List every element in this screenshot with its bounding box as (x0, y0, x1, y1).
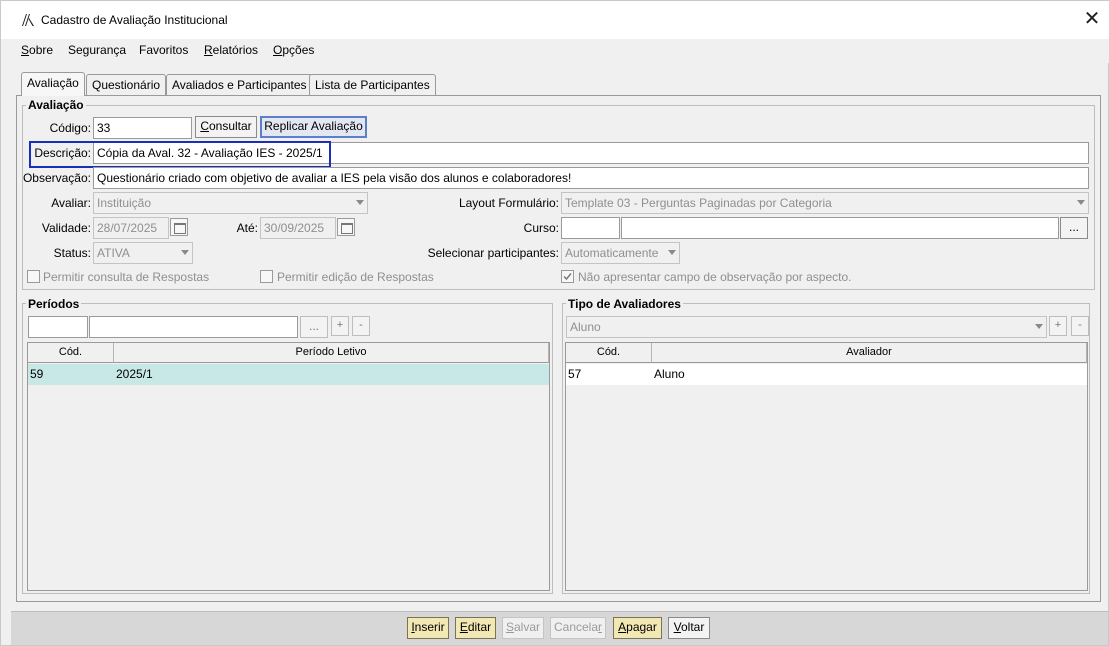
chevron-down-icon (356, 200, 364, 205)
menu-seguranca[interactable]: Segurança (68, 43, 126, 57)
cell-cod: 59 (30, 367, 44, 381)
periodo-search-button[interactable]: ... (300, 316, 328, 338)
permitir-consulta-checkbox[interactable] (27, 270, 40, 283)
avaliador-remove-button[interactable]: - (1071, 316, 1089, 336)
codigo-label: Código: (49, 121, 91, 135)
app-logo-icon (22, 14, 34, 26)
layout-formulario-label: Layout Formulário: (458, 196, 559, 210)
cell-avaliador: Aluno (654, 367, 685, 381)
status-select[interactable]: ATIVA (93, 242, 193, 264)
consultar-button[interactable]: Consultar (195, 116, 257, 138)
avaliador-add-button[interactable]: + (1049, 316, 1067, 336)
permitir-edicao-checkbox[interactable] (260, 270, 273, 283)
curso-label: Curso: (523, 221, 559, 235)
table-row[interactable]: 57 Aluno (566, 364, 1087, 385)
menu-favoritos[interactable]: Favoritos (139, 43, 188, 57)
chevron-down-icon (181, 250, 189, 255)
column-header-periodo[interactable]: Período Letivo (114, 343, 549, 363)
menu-opcoes[interactable]: Opções (273, 43, 314, 57)
descricao-field[interactable]: Cópia da Aval. 32 - Avaliação IES - 2025… (93, 142, 1089, 164)
title-bar: Cadastro de Avaliação Institucional ✕ (1, 1, 1109, 39)
calendar-icon[interactable] (170, 218, 188, 236)
check-icon (563, 273, 572, 281)
replicar-avaliacao-button[interactable]: Replicar Avaliação (260, 116, 367, 138)
table-row[interactable]: 59 2025/1 (28, 364, 549, 385)
periodo-add-button[interactable]: + (331, 316, 349, 336)
codigo-field[interactable]: 33 (93, 117, 192, 139)
calendar-icon[interactable] (337, 218, 355, 236)
salvar-button[interactable]: Salvar (502, 617, 544, 639)
periodos-group-title: Períodos (26, 297, 82, 311)
observacao-field[interactable]: Questionário criado com objetivo de aval… (93, 167, 1089, 189)
cell-cod: 57 (568, 367, 582, 381)
chevron-down-icon (1077, 200, 1085, 205)
main-window: Cadastro de Avaliação Institucional ✕ So… (0, 0, 1109, 646)
apagar-button[interactable]: Apagar (613, 617, 662, 639)
editar-button[interactable]: Editar (455, 617, 496, 639)
column-header-avaliador[interactable]: Avaliador (652, 343, 1087, 363)
tab-lista-participantes[interactable]: Lista de Participantes (309, 74, 436, 96)
voltar-button[interactable]: Voltar (668, 617, 710, 639)
curso-search-button[interactable]: ... (1060, 217, 1088, 239)
ate-label: Até: (236, 221, 258, 235)
nao-apresentar-observacao-checkbox[interactable] (561, 270, 574, 283)
nao-apresentar-observacao-label: Não apresentar campo de observação por a… (578, 270, 852, 284)
window-title: Cadastro de Avaliação Institucional (41, 13, 228, 27)
validade-label: Validade: (41, 221, 91, 235)
selecionar-participantes-select[interactable]: Automaticamente (561, 242, 680, 264)
chevron-down-icon (1035, 324, 1043, 329)
avaliadores-table: Cód. Avaliador 57 Aluno (565, 342, 1088, 591)
avaliar-select[interactable]: Instituição (93, 192, 368, 214)
descricao-label: Descrição: (34, 146, 91, 160)
tab-avaliacao[interactable]: Avaliação (21, 72, 85, 96)
status-label: Status: (53, 246, 91, 260)
permitir-edicao-label: Permitir edição de Respostas (277, 270, 434, 284)
tab-avaliados-participantes[interactable]: Avaliados e Participantes (166, 74, 313, 96)
cancelar-button[interactable]: Cancelar (550, 617, 606, 639)
tab-questionario[interactable]: Questionário (86, 74, 167, 96)
avaliador-select[interactable]: Aluno (566, 316, 1047, 338)
validade-start-field[interactable]: 28/07/2025 (93, 217, 169, 239)
permitir-consulta-label: Permitir consulta de Respostas (43, 270, 210, 284)
periodo-name-field[interactable] (89, 316, 298, 338)
validade-end-field[interactable]: 30/09/2025 (260, 217, 336, 239)
periodos-table: Cód. Período Letivo 59 2025/1 (27, 342, 550, 591)
selecionar-participantes-label: Selecionar participantes: (427, 246, 559, 260)
menu-relatorios[interactable]: Relatórios (204, 43, 258, 57)
column-header-cod[interactable]: Cód. (28, 343, 114, 363)
column-header-cod[interactable]: Cód. (566, 343, 652, 363)
observacao-label: Observação: (22, 171, 91, 185)
close-icon[interactable]: ✕ (1081, 9, 1103, 31)
avaliar-label: Avaliar: (51, 196, 91, 210)
chevron-down-icon (668, 250, 676, 255)
avaliadores-group-title: Tipo de Avaliadores (566, 297, 683, 311)
inserir-button[interactable]: Inserir (407, 617, 449, 639)
cell-periodo: 2025/1 (116, 367, 153, 381)
menu-sobre[interactable]: Sobre (21, 43, 53, 57)
periodo-code-field[interactable] (28, 316, 88, 338)
curso-code-field[interactable] (561, 217, 620, 239)
avaliacao-group-title: Avaliação (26, 98, 86, 112)
curso-name-field[interactable] (621, 217, 1059, 239)
layout-formulario-select[interactable]: Template 03 - Perguntas Paginadas por Ca… (561, 192, 1089, 214)
periodo-remove-button[interactable]: - (352, 316, 370, 336)
